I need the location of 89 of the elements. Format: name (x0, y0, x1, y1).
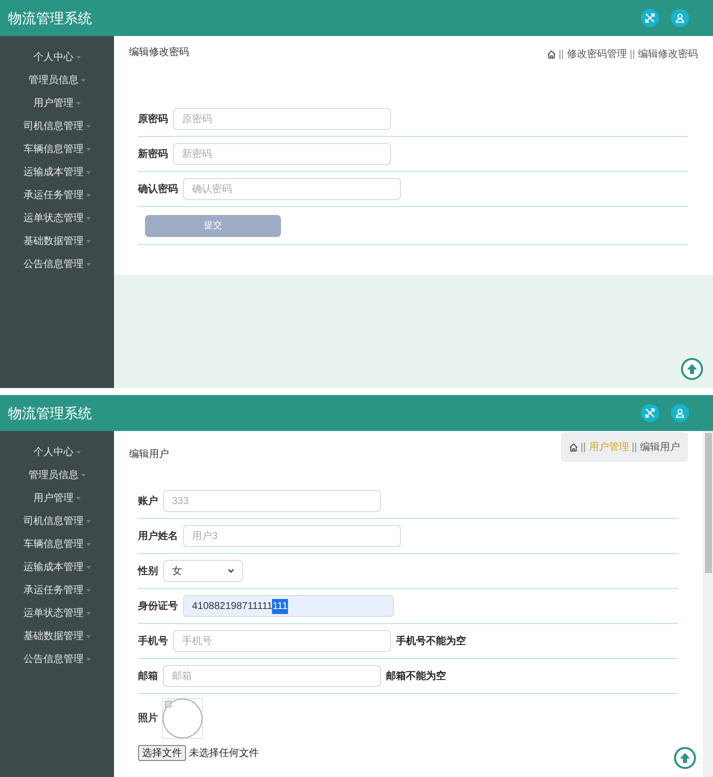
breadcrumb-separator: || (580, 440, 586, 454)
caret-icon (76, 56, 80, 59)
breadcrumb-item: 修改密码管理 (566, 48, 627, 62)
breadcrumb-item: 编辑修改密码 (638, 48, 698, 62)
sidebar-item[interactable]: 公告信息管理 (24, 651, 90, 668)
input-field[interactable]: 邮箱 (163, 665, 381, 687)
file-status: 未选择任何文件 (189, 746, 259, 760)
sidebar-item[interactable]: 用户管理 (34, 95, 80, 112)
field-label: 用户姓名 (138, 529, 178, 544)
arrow-up-icon (679, 752, 691, 764)
chevron-icon (228, 569, 234, 573)
error-message: 邮箱不能为空 (386, 670, 446, 684)
caret-icon (76, 102, 80, 105)
sidebar-item[interactable]: 运输成本管理 (24, 164, 90, 181)
error-message: 手机号不能为空 (396, 634, 466, 648)
caret-icon (86, 612, 90, 615)
caret-icon (86, 194, 90, 197)
caret-icon (86, 589, 90, 592)
sidebar-item[interactable]: 承运任务管理 (24, 187, 90, 204)
caret-icon (86, 171, 90, 174)
sidebar-item[interactable]: 用户管理 (34, 490, 80, 507)
scrollbar[interactable] (703, 431, 713, 777)
sidebar-item[interactable]: 个人中心 (34, 49, 80, 66)
home-icon[interactable] (568, 442, 578, 452)
field-label: 手机号 (138, 634, 168, 648)
user-button[interactable] (671, 9, 689, 27)
page-title: 编辑修改密码 (129, 46, 189, 60)
sidebar-item[interactable]: 公告信息管理 (24, 256, 90, 273)
input-field[interactable]: 确认密码 (183, 178, 401, 200)
breadcrumb-separator: || (632, 440, 637, 454)
shuffle-icon (645, 408, 655, 418)
fullscreen-button[interactable] (641, 404, 659, 422)
sidebar-item[interactable]: 基础数据管理 (24, 628, 90, 645)
field-label: 身份证号 (138, 600, 178, 614)
caret-icon (86, 566, 90, 569)
sidebar-item[interactable]: 司机信息管理 (24, 513, 90, 530)
caret-icon (80, 474, 86, 477)
input-field[interactable]: 用户3 (183, 525, 401, 547)
sidebar-item[interactable]: 运单状态管理 (24, 605, 90, 622)
caret-icon (86, 148, 90, 151)
sidebar-item[interactable]: 个人中心 (34, 444, 80, 461)
caret-icon (86, 520, 90, 523)
caret-icon (86, 658, 90, 661)
input-field[interactable]: 原密码 (173, 108, 391, 130)
select-field[interactable]: 女 (163, 560, 243, 582)
fullscreen-button[interactable] (641, 9, 659, 27)
input-field[interactable]: 手机号 (173, 630, 391, 652)
sidebar-item[interactable]: 司机信息管理 (24, 118, 90, 135)
input-field[interactable]: 410882198711111111 (183, 595, 394, 617)
field-label: 性别 (138, 564, 158, 578)
field-label: 照片 (138, 712, 158, 726)
caret-icon (76, 451, 80, 454)
user-button[interactable] (671, 404, 689, 422)
sidebar-item[interactable]: 基础数据管理 (24, 233, 90, 250)
broken-image-icon (162, 698, 203, 739)
sidebar-item[interactable]: 运输成本管理 (24, 559, 90, 576)
caret-icon (86, 125, 90, 128)
caret-icon (86, 543, 90, 546)
sidebar-item[interactable]: 车辆信息管理 (24, 141, 90, 158)
input-field[interactable]: 新密码 (173, 143, 391, 165)
input-field[interactable]: 333 (163, 490, 381, 512)
field-label: 新密码 (138, 147, 168, 162)
breadcrumb-item: 编辑用户 (640, 440, 680, 454)
home-icon[interactable] (546, 50, 556, 59)
shuffle-icon (645, 13, 655, 23)
sidebar-item[interactable]: 运单状态管理 (24, 210, 90, 227)
caret-icon (86, 217, 90, 220)
app-title: 物流管理系统 (8, 404, 92, 422)
user-icon (675, 13, 685, 23)
field-label: 原密码 (138, 112, 168, 126)
user-icon (675, 408, 685, 418)
caret-icon (86, 635, 90, 638)
sidebar-item[interactable]: 车辆信息管理 (24, 536, 90, 553)
caret-icon (76, 497, 80, 500)
breadcrumb-separator: || (630, 48, 635, 62)
sidebar-item[interactable]: 管理员信息 (28, 72, 86, 89)
field-label: 账户 (138, 494, 158, 508)
sidebar-item[interactable]: 承运任务管理 (24, 582, 90, 599)
page-title: 编辑用户 (129, 448, 169, 462)
caret-icon (86, 263, 90, 266)
choose-file-button[interactable]: 选择文件 (138, 745, 186, 761)
field-label: 邮箱 (138, 670, 158, 684)
caret-icon (80, 79, 86, 82)
field-label: 确认密码 (138, 182, 178, 196)
app-title: 物流管理系统 (8, 8, 92, 28)
caret-icon (86, 240, 90, 243)
breadcrumb-separator: || (558, 48, 564, 62)
sidebar-item[interactable]: 管理员信息 (28, 467, 86, 484)
arrow-up-icon (686, 363, 698, 375)
